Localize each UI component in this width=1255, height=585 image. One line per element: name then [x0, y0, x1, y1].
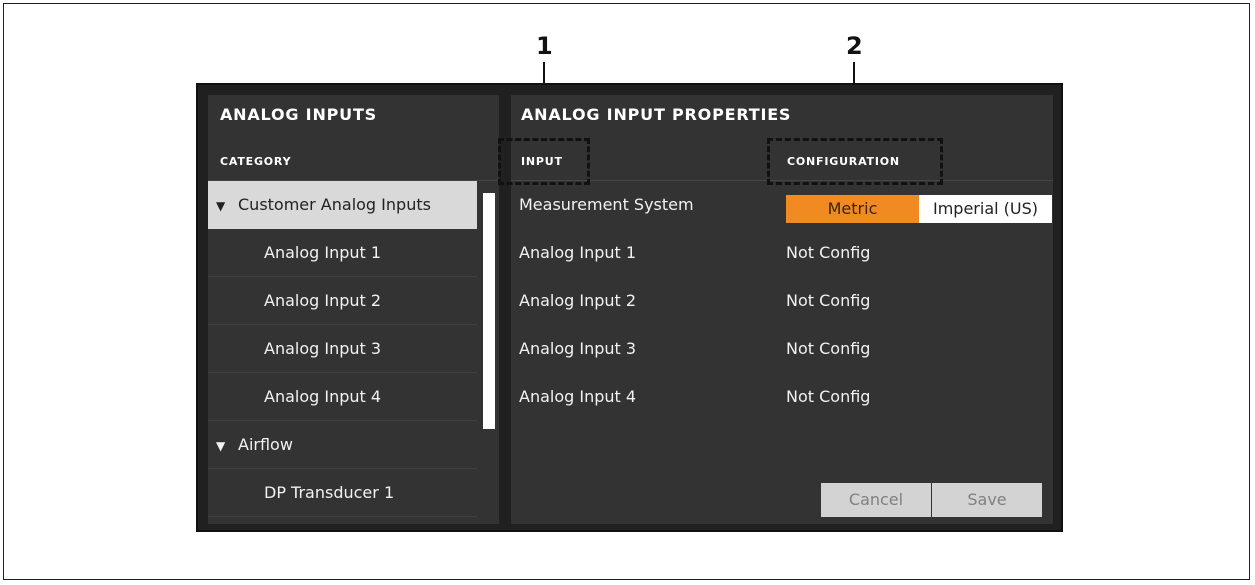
tree-item-analog-input-4[interactable]: Analog Input 4	[208, 373, 477, 421]
callout-box-1	[498, 138, 590, 185]
property-row: Analog Input 2 Not Config	[511, 277, 1053, 325]
imperial-option[interactable]: Imperial (US)	[919, 195, 1052, 223]
measurement-system-row: Measurement System Metric Imperial (US)	[511, 181, 1053, 229]
tree-scrollbar-thumb[interactable]	[483, 193, 495, 429]
measurement-system-toggle[interactable]: Metric Imperial (US)	[786, 195, 1052, 223]
analog-inputs-panel: ANALOG INPUTS CATEGORY ▼ Customer Analog …	[208, 95, 499, 524]
tree-item-label: Analog Input 1	[264, 243, 382, 262]
callout-number-1: 1	[536, 32, 553, 60]
tree-item-label: Analog Input 2	[264, 291, 382, 310]
tree-item-analog-input-2[interactable]: Analog Input 2	[208, 277, 477, 325]
metric-option[interactable]: Metric	[786, 195, 919, 223]
tree-item-label: Analog Input 4	[264, 387, 382, 406]
config-value[interactable]: Not Config	[786, 373, 870, 421]
category-header: CATEGORY	[220, 155, 292, 168]
tree-item-customer-analog-inputs[interactable]: ▼ Customer Analog Inputs	[208, 181, 477, 229]
panel-title: ANALOG INPUTS	[220, 105, 377, 124]
config-value[interactable]: Not Config	[786, 325, 870, 373]
tree-item-label: DP Transducer 1	[264, 483, 395, 502]
input-name: Analog Input 4	[519, 387, 637, 406]
tree-item-dp-transducer-1[interactable]: DP Transducer 1	[208, 469, 477, 517]
input-name: Analog Input 1	[519, 243, 637, 262]
callout-number-2: 2	[846, 32, 863, 60]
panel-title: ANALOG INPUT PROPERTIES	[521, 105, 792, 124]
property-row: Analog Input 1 Not Config	[511, 229, 1053, 277]
tree-item-analog-input-1[interactable]: Analog Input 1	[208, 229, 477, 277]
callout-box-2	[767, 138, 943, 185]
chevron-down-icon: ▼	[216, 199, 226, 213]
property-row: Analog Input 3 Not Config	[511, 325, 1053, 373]
tree-item-label: Customer Analog Inputs	[238, 195, 431, 214]
measurement-system-label: Measurement System	[519, 195, 694, 214]
tree-item-airflow[interactable]: ▼ Airflow	[208, 421, 477, 469]
tree-item-label: Analog Input 3	[264, 339, 382, 358]
chevron-down-icon: ▼	[216, 439, 226, 453]
config-value[interactable]: Not Config	[786, 229, 870, 277]
input-name: Analog Input 2	[519, 291, 637, 310]
property-row: Analog Input 4 Not Config	[511, 373, 1053, 421]
save-button[interactable]: Save	[932, 483, 1042, 517]
config-value[interactable]: Not Config	[786, 277, 870, 325]
tree-item-label: Airflow	[238, 435, 293, 454]
tree-item-analog-input-3[interactable]: Analog Input 3	[208, 325, 477, 373]
input-name: Analog Input 3	[519, 339, 637, 358]
cancel-button[interactable]: Cancel	[821, 483, 931, 517]
